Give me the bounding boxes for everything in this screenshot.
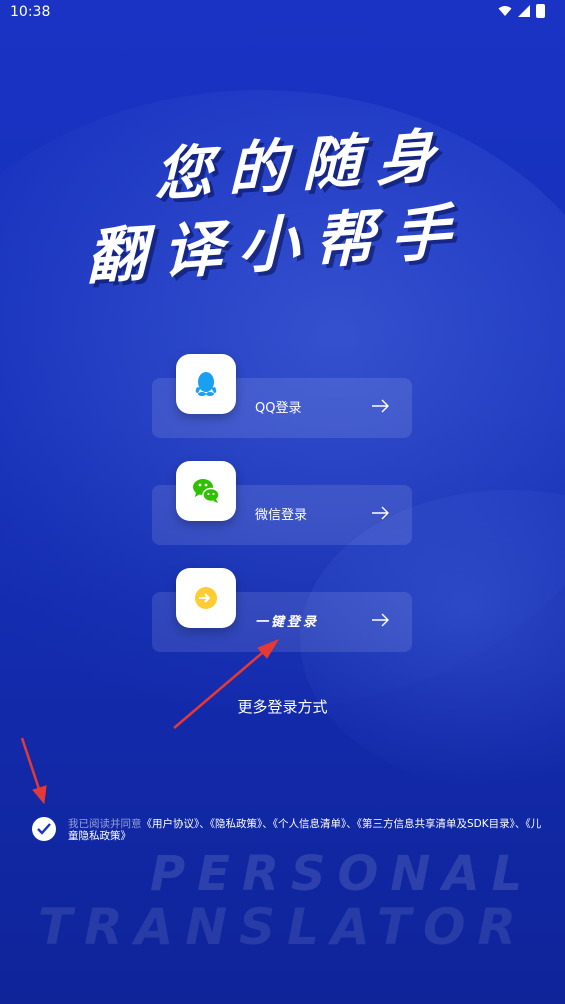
- arrow-right-icon: [372, 613, 389, 627]
- wifi-icon: [498, 6, 512, 16]
- watermark-text: TRANSLATOR: [38, 898, 529, 956]
- qq-login-button[interactable]: QQ登录: [152, 354, 412, 438]
- qq-icon-box: [176, 354, 236, 414]
- battery-icon: [536, 4, 545, 18]
- wechat-icon: [193, 479, 220, 503]
- wechat-icon-box: [176, 461, 236, 521]
- qq-icon: [195, 372, 217, 396]
- one-click-icon-box: [176, 568, 236, 628]
- more-login-options-link[interactable]: 更多登录方式: [0, 696, 565, 717]
- watermark-text: PERSONAL: [150, 846, 535, 902]
- one-click-login-button[interactable]: 一键登录: [152, 568, 412, 652]
- wechat-login-label: 微信登录: [255, 508, 308, 523]
- arrow-right-icon: [372, 506, 389, 520]
- checkmark-icon: [37, 823, 51, 835]
- status-time: 10:38: [10, 4, 51, 20]
- login-arrow-icon: [195, 587, 217, 609]
- annotation-arrow: [20, 737, 47, 805]
- agreement-text: 我已阅读并同意《用户协议》、《隐私政策》、《个人信息清单》、《第三方信息共享清单…: [68, 818, 548, 842]
- status-bar: 10:38: [0, 0, 565, 26]
- login-screen: 10:38 PERSONAL TRANSLATOR 您的随身 翻译小帮手 QQ登…: [0, 0, 565, 1004]
- arrow-right-icon: [372, 399, 389, 413]
- qq-login-label: QQ登录: [255, 401, 302, 416]
- agreement-prefix: 我已阅读并同意: [68, 818, 142, 830]
- status-icons: [498, 4, 545, 18]
- wechat-login-button[interactable]: 微信登录: [152, 461, 412, 545]
- signal-icon: [518, 5, 530, 17]
- one-click-login-label: 一键登录: [255, 615, 320, 630]
- agreement-checkbox[interactable]: [32, 817, 56, 841]
